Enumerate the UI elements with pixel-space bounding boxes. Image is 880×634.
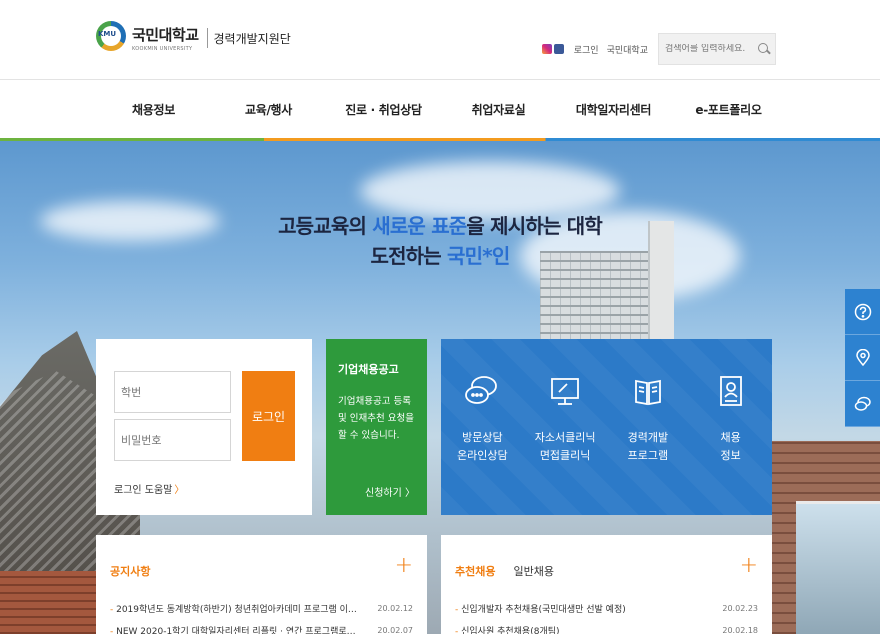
slogan-line-2: 도전하는 국민*인 bbox=[370, 244, 510, 268]
student-id-input[interactable] bbox=[114, 371, 231, 413]
search-icon[interactable] bbox=[757, 42, 771, 56]
logo-subtitle: 경력개발지원단 bbox=[213, 31, 291, 46]
recruitment-list: 신입개발자 추천채용(국민대생만 선발 예정)20.02.23 신입사원 추천채… bbox=[455, 597, 758, 634]
location-icon[interactable] bbox=[845, 335, 880, 381]
quick-item-career-program[interactable]: 경력개발 프로그램 bbox=[607, 339, 690, 515]
university-emblem-icon: KMU bbox=[96, 15, 126, 61]
main-navigation: 채용정보 교육/행사 진로 · 취업상담 취업자료실 대학일자리센터 e-포트폴… bbox=[0, 80, 880, 138]
monitor-icon bbox=[545, 369, 585, 413]
nav-item-jobs[interactable]: 채용정보 bbox=[96, 80, 211, 138]
logo-name: 국민대학교 bbox=[132, 26, 199, 44]
list-item[interactable]: 신입사원 추천채용(8개팀)20.02.18 bbox=[455, 619, 758, 634]
login-panel: 로그인 로그인 도움말〉 bbox=[96, 339, 312, 515]
top-utility-bar: 로그인 국민대학교 bbox=[541, 33, 776, 65]
company-recruit-panel: 기업채용공고 기업채용공고 등록 및 인재추천 요청을 할 수 있습니다. 신청… bbox=[326, 339, 427, 515]
logo-divider bbox=[206, 28, 208, 48]
chat-bubbles-icon bbox=[462, 369, 502, 413]
recruitment-board: 추천채용 일반채용 + 신입개발자 추천채용(국민대생만 선발 예정)20.02… bbox=[441, 535, 772, 634]
facebook-icon[interactable] bbox=[553, 44, 564, 54]
quick-item-jobs[interactable]: 채용 정보 bbox=[689, 339, 772, 515]
chat-icon[interactable] bbox=[845, 381, 880, 427]
chevron-right-icon: 〉 bbox=[174, 485, 185, 496]
login-button[interactable]: 로그인 bbox=[242, 371, 295, 461]
recruit-apply-link[interactable]: 신청하기 〉 bbox=[365, 484, 415, 499]
notice-board: 공지사항 + 2019학년도 동계방학(하반기) 청년취업아카데미 프로그램 이… bbox=[96, 535, 427, 634]
nav-item-e-portfolio[interactable]: e-포트폴리오 bbox=[671, 80, 786, 138]
site-header: KMU 국민대학교 KOOKMIN UNIVERSITY 경력개발지원단 로그인… bbox=[0, 0, 880, 80]
tab-general-jobs[interactable]: 일반채용 bbox=[513, 563, 553, 579]
document-person-icon bbox=[711, 369, 751, 413]
tab-recommended-jobs[interactable]: 추천채용 bbox=[455, 563, 495, 579]
recruitment-more-icon[interactable]: + bbox=[740, 555, 758, 577]
sns-links bbox=[541, 44, 564, 54]
emblem-text: KMU bbox=[98, 30, 117, 38]
university-link[interactable]: 국민대학교 bbox=[607, 43, 648, 56]
question-icon[interactable] bbox=[845, 289, 880, 335]
slogan-line-1: 고등교육의 새로운 표준을 제시하는 대학 bbox=[278, 214, 603, 238]
logo-english-name: KOOKMIN UNIVERSITY bbox=[132, 46, 193, 52]
hero-slogan: 고등교육의 새로운 표준을 제시하는 대학 도전하는 국민*인 bbox=[0, 211, 880, 271]
list-item[interactable]: NEW 2020-1학기 대학일자리센터 리플릿 · 연간 프로그램로드맵 책자… bbox=[110, 619, 413, 634]
search-box bbox=[658, 33, 776, 65]
quick-item-label: 경력개발 프로그램 bbox=[627, 431, 669, 462]
nav-item-job-center[interactable]: 대학일자리센터 bbox=[556, 80, 671, 138]
recruit-title: 기업채용공고 bbox=[338, 363, 399, 376]
side-quick-bar bbox=[845, 289, 880, 427]
password-input[interactable] bbox=[114, 419, 231, 461]
notice-more-icon[interactable]: + bbox=[395, 555, 413, 577]
list-item[interactable]: 2019학년도 동계방학(하반기) 청년취업아카데미 프로그램 이수자 확정..… bbox=[110, 597, 413, 619]
instagram-icon[interactable] bbox=[541, 44, 552, 54]
nav-item-resources[interactable]: 취업자료실 bbox=[441, 80, 556, 138]
site-logo[interactable]: KMU 국민대학교 KOOKMIN UNIVERSITY 경력개발지원단 bbox=[96, 14, 291, 62]
quick-menu: 방문상담 온라인상담 자소서클리닉 면접클리닉 경력개발 프로그램 채용 정보 bbox=[441, 339, 772, 515]
list-item[interactable]: 신입개발자 추천채용(국민대생만 선발 예정)20.02.23 bbox=[455, 597, 758, 619]
notice-list: 2019학년도 동계방학(하반기) 청년취업아카데미 프로그램 이수자 확정..… bbox=[110, 597, 413, 634]
quick-item-label: 자소서클리닉 면접클리닉 bbox=[534, 431, 596, 462]
quick-item-label: 채용 정보 bbox=[720, 431, 741, 462]
quick-item-clinic[interactable]: 자소서클리닉 면접클리닉 bbox=[524, 339, 607, 515]
notice-tabs: 공지사항 bbox=[110, 563, 150, 579]
search-input[interactable] bbox=[659, 44, 755, 54]
login-help-link[interactable]: 로그인 도움말 〉 bbox=[114, 481, 184, 496]
book-icon bbox=[628, 369, 668, 413]
quick-item-label: 방문상담 온라인상담 bbox=[457, 431, 508, 462]
recruit-description: 기업채용공고 등록 및 인재추천 요청을 할 수 있습니다. bbox=[338, 396, 414, 441]
login-link[interactable]: 로그인 bbox=[574, 43, 599, 56]
recruitment-tabs: 추천채용 일반채용 bbox=[455, 563, 554, 579]
nav-item-education-events[interactable]: 교육/행사 bbox=[211, 80, 326, 138]
tab-notice[interactable]: 공지사항 bbox=[110, 563, 150, 579]
logo-text: 국민대학교 KOOKMIN UNIVERSITY bbox=[132, 24, 199, 52]
quick-item-counseling[interactable]: 방문상담 온라인상담 bbox=[441, 339, 524, 515]
nav-item-career-counseling[interactable]: 진로 · 취업상담 bbox=[326, 80, 441, 138]
